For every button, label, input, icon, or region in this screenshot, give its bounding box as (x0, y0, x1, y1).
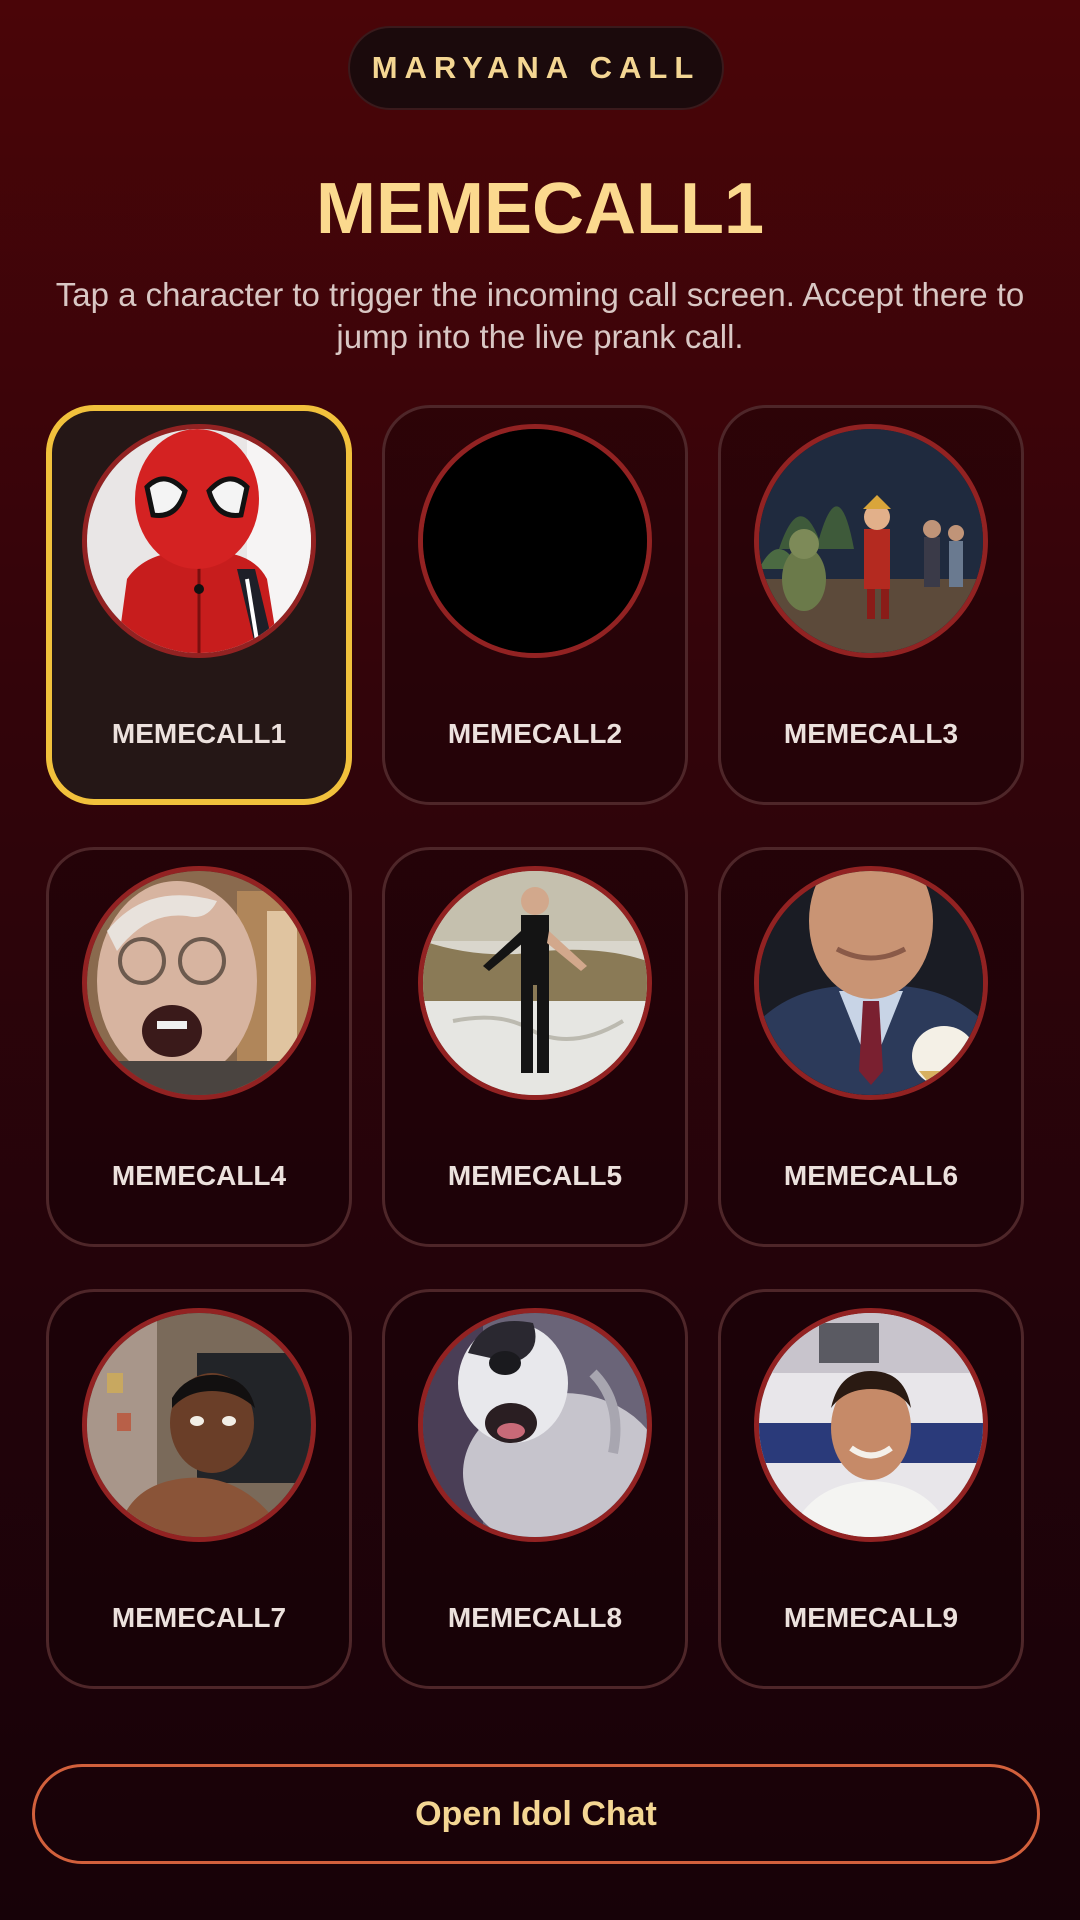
character-label: MEMECALL9 (783, 1602, 959, 1633)
character-card-memecall9[interactable]: MEMECALL9 (718, 1289, 1024, 1689)
character-label: MEMECALL1 (111, 718, 287, 749)
old-man-avatar (82, 866, 316, 1100)
character-label: MEMECALL7 (111, 1602, 287, 1633)
character-card-memecall3[interactable]: MEMECALL3 (718, 405, 1024, 805)
app-name-chip: MARYANA CALL (348, 26, 724, 110)
character-card-memecall7[interactable]: MEMECALL7 (46, 1289, 352, 1689)
character-card-memecall2[interactable]: MEMECALL2 (382, 405, 688, 805)
character-label: MEMECALL2 (447, 718, 623, 749)
animated-scene-avatar (754, 424, 988, 658)
character-label: MEMECALL8 (447, 1602, 623, 1633)
character-label: MEMECALL5 (447, 1160, 623, 1191)
open-idol-chat-button[interactable]: Open Idol Chat (32, 1764, 1040, 1864)
spiderman-avatar (82, 424, 316, 658)
man-dancing-avatar (418, 866, 652, 1100)
black-avatar-placeholder (418, 424, 652, 658)
page-title: MEMECALL1 (316, 169, 764, 249)
character-card-memecall6[interactable]: MEMECALL6 (718, 847, 1024, 1247)
character-label: MEMECALL6 (783, 1160, 959, 1191)
dog-avatar (418, 1308, 652, 1542)
young-man-avatar (82, 1308, 316, 1542)
character-label: MEMECALL4 (111, 1160, 287, 1191)
page-subtitle: Tap a character to trigger the incoming … (55, 276, 1025, 355)
app-name: MARYANA CALL (371, 50, 701, 85)
character-card-memecall4[interactable]: MEMECALL4 (46, 847, 352, 1247)
character-label: MEMECALL3 (783, 718, 959, 749)
character-card-memecall1[interactable]: MEMECALL1 (46, 405, 352, 805)
smiling-man-avatar (754, 1308, 988, 1542)
character-card-memecall8[interactable]: MEMECALL8 (382, 1289, 688, 1689)
character-grid: MEMECALL1 MEMECALL2 MEMECALL3 MEMECALL4 … (46, 405, 1026, 1689)
man-in-suit-avatar (754, 866, 988, 1100)
character-card-memecall5[interactable]: MEMECALL5 (382, 847, 688, 1247)
